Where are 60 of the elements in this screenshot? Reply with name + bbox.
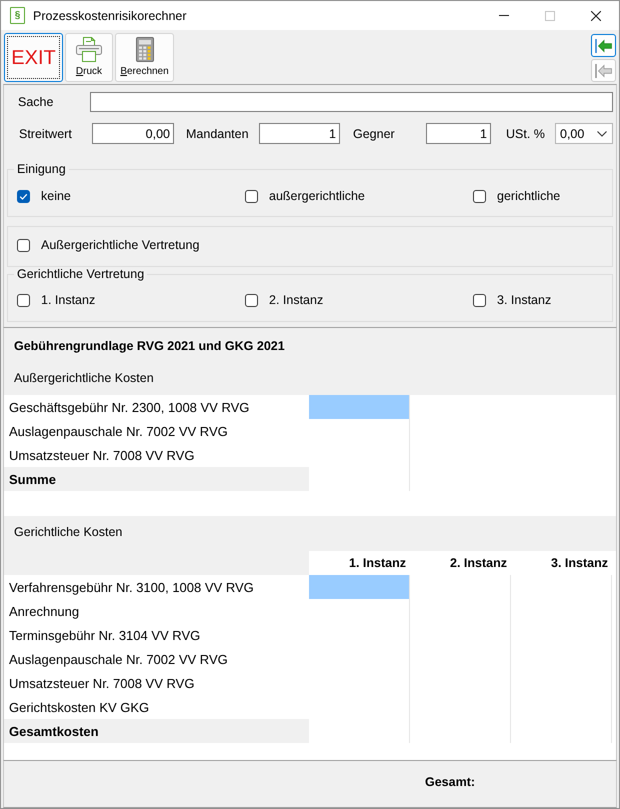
field-label: Sache	[18, 94, 54, 108]
section-title: Gebührengrundlage RVG 2021 und GKG 2021	[14, 338, 285, 354]
checkbox[interactable]	[473, 190, 486, 202]
checkbox[interactable]	[473, 294, 486, 306]
checkbox-label[interactable]: 3. Instanz	[497, 293, 552, 307]
column-header: 1. Instanz	[309, 551, 410, 575]
checkbox[interactable]	[17, 294, 30, 306]
minimize-icon	[499, 15, 509, 16]
total-label: Gesamt:	[425, 774, 476, 790]
row-label: Auslagenpauschale Nr. 7002 VV RVG	[8, 650, 229, 669]
input-field[interactable]: 0,00	[92, 123, 174, 144]
input-field[interactable]: 1	[259, 123, 340, 144]
checkbox-label[interactable]: Außergerichtliche Vertretung	[41, 238, 200, 252]
close-icon	[591, 10, 601, 20]
checkbox-label[interactable]: 1. Instanz	[41, 293, 96, 307]
maximize-icon	[545, 10, 555, 20]
print-button[interactable]: Druck	[65, 33, 113, 82]
row-label: Umsatzsteuer Nr. 7008 VV RVG	[8, 446, 196, 464]
total-label: Gesamtkosten	[4, 719, 309, 743]
document-icon: §	[10, 7, 25, 24]
printer-icon	[76, 37, 102, 62]
row-label: Geschäftsgebühr Nr. 2300, 1008 VV RVG	[8, 398, 250, 417]
arrow-to-bar-icon	[595, 38, 612, 52]
row-label: Auslagenpauschale Nr. 7002 VV RVG	[8, 422, 229, 441]
column-header: 2. Instanz	[410, 551, 511, 575]
row-label: Verfahrensgebühr Nr. 3100, 1008 VV RVG	[8, 578, 255, 597]
checkbox-label[interactable]: außergerichtliche	[269, 189, 365, 203]
row-label: Umsatzsteuer Nr. 7008 VV RVG	[8, 674, 196, 692]
arrow-to-bar-icon	[595, 64, 612, 78]
exit-button[interactable]: EXIT	[4, 33, 63, 82]
table-cell[interactable]	[309, 395, 410, 419]
row-label: Terminsgebühr Nr. 3104 VV RVG	[8, 626, 202, 645]
input-field[interactable]	[90, 92, 613, 112]
checkbox-label[interactable]: 2. Instanz	[269, 293, 324, 307]
row-label: Anrechnung	[8, 602, 80, 621]
checkbox[interactable]	[245, 294, 258, 306]
field-label: Gegner	[353, 126, 396, 140]
field-label: Mandanten	[186, 126, 250, 140]
total-label: Summe	[4, 467, 309, 491]
group-legend: Einigung	[14, 162, 69, 176]
chevron-down-icon	[597, 130, 607, 136]
checkbox[interactable]	[245, 190, 258, 202]
collapse-button[interactable]	[591, 34, 616, 57]
checkbox-label[interactable]: gerichtliche	[497, 189, 560, 203]
section-heading: Außergerichtliche Kosten	[14, 370, 154, 386]
field-label: Streitwert	[19, 126, 73, 140]
row-label: Gerichtskosten KV GKG	[8, 698, 150, 716]
column-header: 3. Instanz	[511, 551, 616, 575]
section-heading: Gerichtliche Kosten	[14, 524, 122, 540]
checkbox[interactable]	[17, 238, 30, 252]
window-title: Prozesskostenrisikorechner	[33, 8, 187, 22]
calculator-icon	[136, 37, 154, 62]
calculate-button[interactable]: Berechnen	[115, 33, 174, 82]
checkbox[interactable]	[17, 190, 30, 202]
checkbox-label[interactable]: keine	[41, 189, 71, 203]
table-cell[interactable]	[309, 575, 410, 599]
input-field[interactable]: 1	[426, 123, 491, 144]
field-label: USt. %	[506, 126, 546, 140]
group-legend: Gerichtliche Vertretung	[14, 267, 148, 281]
dropdown[interactable]: 0,00	[555, 123, 613, 144]
